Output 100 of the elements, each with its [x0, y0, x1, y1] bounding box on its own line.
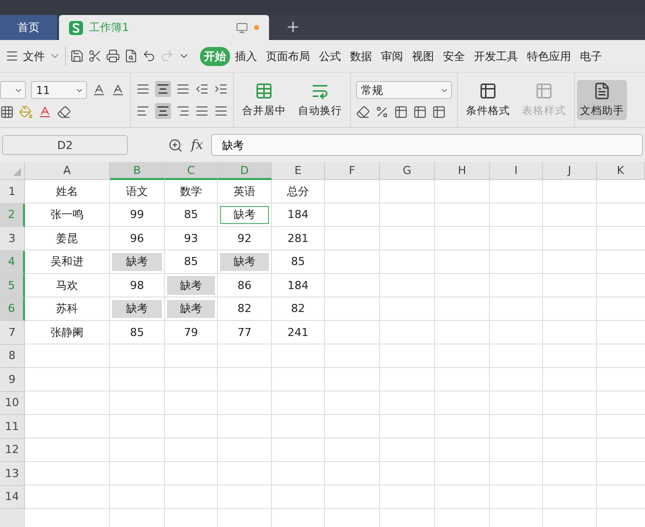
table-cell-text: 93	[183, 230, 199, 247]
indent-icon[interactable]	[214, 82, 228, 96]
align-bottom-icon[interactable]	[176, 82, 190, 96]
row-header[interactable]: 8	[0, 344, 25, 368]
column-header[interactable]: A	[25, 162, 110, 180]
table-cell-text: 96	[129, 230, 145, 247]
number-format-field[interactable]: 常规	[356, 81, 452, 99]
table-cell-text: 85	[290, 254, 306, 270]
border-icon[interactable]	[0, 105, 14, 119]
fill-color-icon[interactable]	[19, 105, 33, 119]
table-cell-text: 98	[129, 278, 145, 294]
row-header[interactable]: 10	[0, 392, 25, 415]
align-top-icon[interactable]	[136, 82, 150, 96]
table-cell-text: 85	[183, 254, 199, 270]
triangle-icon	[13, 168, 21, 176]
table-cell: 缺考	[112, 252, 162, 271]
print-preview-icon[interactable]	[124, 49, 138, 63]
table-icon	[479, 82, 497, 100]
table-cell: 缺考	[167, 300, 215, 318]
document-icon	[593, 82, 611, 100]
merge-center-button[interactable]: 合并居中	[239, 80, 289, 120]
undo-icon[interactable]	[142, 49, 156, 63]
outdent-icon[interactable]	[195, 82, 209, 96]
eraser-icon[interactable]	[57, 105, 71, 119]
row-header[interactable]: 3	[0, 227, 25, 250]
table-cell: 缺考	[112, 300, 162, 318]
align-center-icon[interactable]	[155, 103, 171, 119]
column-header[interactable]: F	[325, 162, 380, 180]
table-cell-text: 苏科	[55, 301, 79, 318]
column-header[interactable]: H	[435, 162, 490, 180]
table-cell-text: 77	[236, 324, 252, 341]
menu-tab[interactable]: 公式	[315, 46, 345, 66]
font-name-field[interactable]	[0, 81, 26, 99]
formula-field[interactable]: 缺考	[211, 134, 643, 156]
row-header[interactable]: 13	[0, 462, 25, 486]
table-cell-text: 92	[236, 230, 252, 247]
table-cell-text: 语文	[125, 184, 149, 200]
row-header[interactable]: 9	[0, 368, 25, 392]
grow-font-icon[interactable]	[92, 83, 106, 97]
monitor-icon[interactable]	[236, 22, 248, 34]
spreadsheet-icon	[69, 20, 83, 34]
menu-tab[interactable]: 数据	[346, 46, 376, 66]
menu-tab[interactable]: 开发工具	[470, 46, 522, 66]
column-header[interactable]: J	[543, 162, 597, 180]
column-header[interactable]: K	[597, 162, 645, 180]
menu-tab[interactable]: 视图	[408, 46, 438, 66]
align-right-icon[interactable]	[176, 104, 190, 118]
table-icon	[535, 82, 553, 100]
row-header[interactable]: 14	[0, 486, 25, 509]
menu-tab[interactable]: 特色应用	[523, 46, 575, 66]
function-label[interactable]: fx	[191, 138, 204, 152]
row-header[interactable]: 12	[0, 438, 25, 462]
document-assistant-button[interactable]: 文档助手	[577, 80, 627, 120]
row-header[interactable]: 11	[0, 415, 25, 438]
table-cell-text: 张静阑	[50, 324, 84, 341]
wrap-text-icon	[311, 82, 329, 100]
row-header[interactable]: 1	[0, 180, 25, 204]
table-cell-text: 英语	[232, 184, 256, 200]
save-icon[interactable]	[70, 49, 84, 63]
table-cell-text: 张一鸣	[50, 207, 84, 224]
menu-icon[interactable]	[5, 49, 19, 63]
table-cell-text: 184	[286, 278, 310, 294]
conditional-format-button[interactable]: 条件格式	[463, 80, 513, 120]
name-box[interactable]: D2	[2, 135, 128, 155]
align-middle-icon[interactable]	[155, 81, 171, 97]
table-cell-text: 82	[236, 301, 252, 318]
table-cell: 缺考	[167, 276, 215, 294]
row-header[interactable]: 7	[0, 321, 25, 344]
table-cell-text: 79	[183, 324, 199, 341]
new-tab-icon[interactable]	[285, 19, 301, 35]
menu-tab[interactable]: 审阅	[377, 46, 407, 66]
shrink-font-icon[interactable]	[111, 83, 125, 97]
table-cell-text: 241	[286, 324, 310, 341]
table-cell-text: 数学	[179, 184, 203, 200]
table-cell-text: 总分	[286, 184, 310, 200]
table-cell-text: 吴和进	[50, 254, 84, 270]
menu-tab[interactable]: 页面布局	[262, 46, 314, 66]
font-size-field[interactable]: 11	[31, 81, 87, 99]
table-cell-text: 86	[236, 278, 252, 294]
align-left-icon[interactable]	[136, 104, 150, 118]
percent-icon[interactable]	[375, 105, 389, 119]
table-cell-text: 85	[129, 324, 145, 341]
wrap-text-button[interactable]: 自动换行	[295, 80, 345, 120]
justify-icon[interactable]	[195, 104, 209, 118]
menu-tab[interactable]: 插入	[231, 46, 261, 66]
print-icon[interactable]	[106, 49, 120, 63]
column-header[interactable]: G	[380, 162, 435, 180]
file-menu[interactable]: 文件	[23, 48, 45, 64]
font-color-icon[interactable]	[38, 105, 52, 119]
menu-tab[interactable]: 电子	[576, 46, 606, 66]
column-header[interactable]: I	[490, 162, 543, 180]
column-header[interactable]: E	[272, 162, 325, 180]
table-cell-text: 马欢	[55, 278, 79, 294]
menu-tab[interactable]: 安全	[439, 46, 469, 66]
zoom-icon[interactable]	[168, 138, 183, 152]
table-cell: 缺考	[220, 206, 269, 224]
table-cell-text: 姜昆	[55, 230, 79, 247]
distribute-icon[interactable]	[214, 104, 228, 118]
document-tab[interactable]: 首页	[0, 15, 57, 40]
table-cell-text: 姓名	[55, 184, 79, 200]
